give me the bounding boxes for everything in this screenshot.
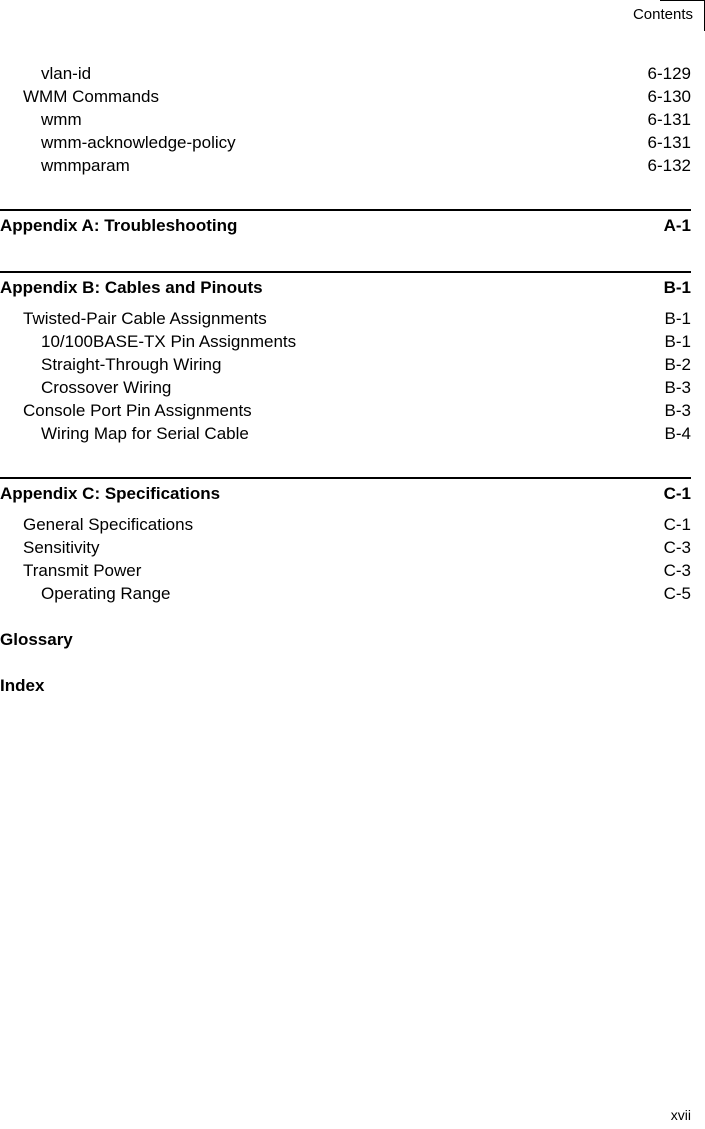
toc-entry-page: B-2 — [664, 355, 691, 374]
toc-entry-page: B-1 — [664, 332, 691, 351]
index-heading[interactable]: Index — [0, 676, 691, 696]
toc-entry-page: B-3 — [664, 401, 691, 420]
toc-entry-title: Wiring Map for Serial Cable — [41, 424, 249, 443]
index-title: Index — [0, 676, 45, 695]
toc-entry-title: Straight-Through Wiring — [41, 355, 222, 374]
glossary-heading[interactable]: Glossary — [0, 630, 691, 650]
toc-entry-title: Crossover Wiring — [41, 378, 172, 397]
toc-entry-page: 6-132 — [647, 156, 691, 175]
appendix-title: Appendix B: Cables and Pinouts — [0, 278, 263, 297]
toc-entry[interactable]: vlan-id 6-129 — [0, 64, 691, 84]
toc-entry-page: 6-131 — [647, 133, 691, 152]
appendix-page: B-1 — [663, 278, 691, 297]
toc-entry[interactable]: Transmit Power C-3 — [0, 561, 691, 581]
toc-entry-page: B-3 — [664, 378, 691, 397]
toc-entry[interactable]: Sensitivity C-3 — [0, 538, 691, 558]
header-rule — [660, 0, 705, 1]
page-number: xvii — [670, 1107, 691, 1123]
toc-entry[interactable]: Console Port Pin Assignments B-3 — [0, 401, 691, 421]
toc-entry-title: WMM Commands — [23, 87, 160, 106]
toc-entry-title: Transmit Power — [23, 561, 142, 580]
toc-entry[interactable]: Straight-Through Wiring B-2 — [0, 355, 691, 375]
toc-entry-title: wmm-acknowledge-policy — [41, 133, 236, 152]
section-divider — [0, 271, 691, 273]
toc-entry-title: wmmparam — [41, 156, 130, 175]
toc-entry[interactable]: wmm-acknowledge-policy 6-131 — [0, 133, 691, 153]
toc-entry-title: Sensitivity — [23, 538, 100, 557]
toc-entry-title: 10/100BASE-TX Pin Assignments — [41, 332, 297, 351]
toc-entry[interactable]: 10/100BASE-TX Pin Assignments B-1 — [0, 332, 691, 352]
toc-entry-page: B-1 — [664, 309, 691, 328]
toc-entry-title: Console Port Pin Assignments — [23, 401, 252, 420]
toc-entry-page: C-1 — [663, 515, 691, 534]
toc-entry-page: 6-130 — [647, 87, 691, 106]
toc-entry-title: Operating Range — [41, 584, 171, 603]
toc-entry-title: Twisted-Pair Cable Assignments — [23, 309, 267, 328]
toc-entry[interactable]: wmm 6-131 — [0, 110, 691, 130]
toc-entry-page: C-3 — [663, 538, 691, 557]
glossary-title: Glossary — [0, 630, 73, 649]
appendix-c-heading[interactable]: Appendix C: Specifications C-1 — [0, 484, 691, 504]
appendix-b-heading[interactable]: Appendix B: Cables and Pinouts B-1 — [0, 278, 691, 298]
toc-entry[interactable]: General Specifications C-1 — [0, 515, 691, 535]
toc-entry[interactable]: wmmparam 6-132 — [0, 156, 691, 176]
appendix-title: Appendix C: Specifications — [0, 484, 221, 503]
toc-entry-title: wmm — [41, 110, 82, 129]
appendix-page: A-1 — [663, 216, 691, 235]
appendix-a-heading[interactable]: Appendix A: Troubleshooting A-1 — [0, 216, 691, 236]
toc-entry[interactable]: Crossover Wiring B-3 — [0, 378, 691, 398]
appendix-title: Appendix A: Troubleshooting — [0, 216, 238, 235]
toc-entry[interactable]: Wiring Map for Serial Cable B-4 — [0, 424, 691, 444]
section-divider — [0, 209, 691, 211]
toc-entry-page: C-5 — [663, 584, 691, 603]
toc-entry-page: 6-131 — [647, 110, 691, 129]
toc-entry[interactable]: Operating Range C-5 — [0, 584, 691, 604]
appendix-page: C-1 — [663, 484, 691, 503]
toc-entry-page: B-4 — [664, 424, 691, 443]
section-divider — [0, 477, 691, 479]
toc-entry-title: vlan-id — [41, 64, 92, 83]
toc-entry-page: 6-129 — [647, 64, 691, 83]
toc-entry-page: C-3 — [663, 561, 691, 580]
toc-entry[interactable]: Twisted-Pair Cable Assignments B-1 — [0, 309, 691, 329]
toc-entry[interactable]: WMM Commands 6-130 — [0, 87, 691, 107]
toc-entry-title: General Specifications — [23, 515, 194, 534]
running-header: Contents — [632, 6, 693, 23]
